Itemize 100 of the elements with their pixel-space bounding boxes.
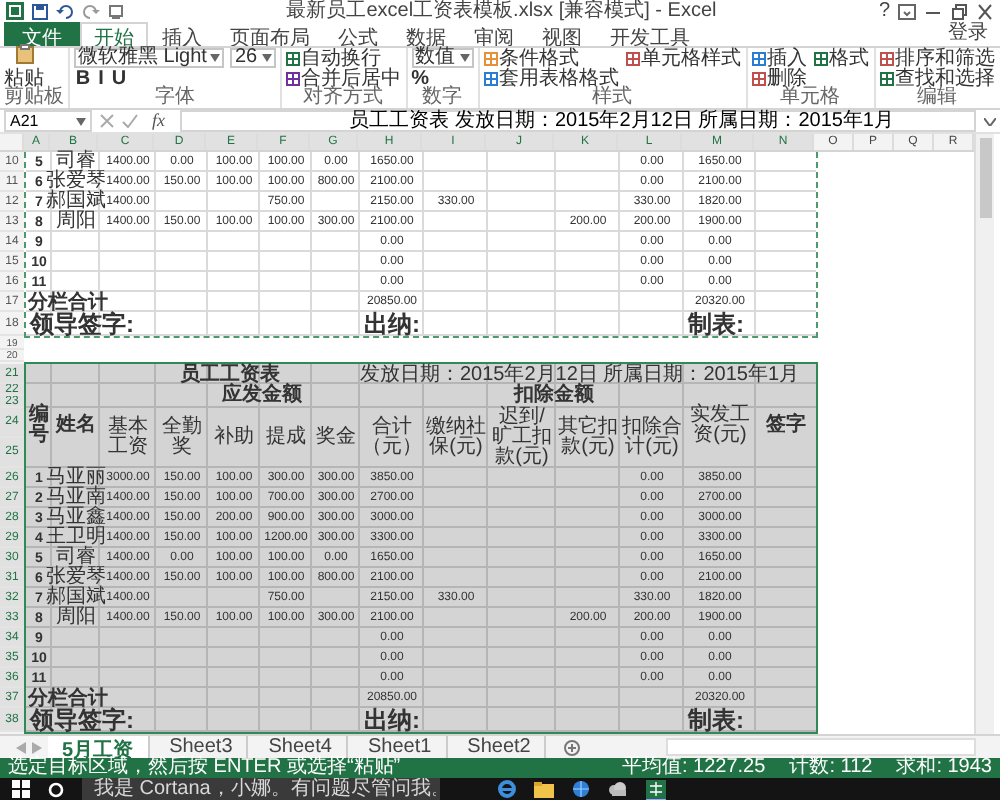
ribbon-button[interactable]: 格式 (813, 48, 870, 68)
caret-icon (210, 54, 221, 62)
grid-icon (813, 51, 828, 65)
signature-label: 制表: (685, 312, 746, 336)
date-line: 发放日期：2015年2月12日 所属日期：2015年1月 (360, 364, 802, 384)
horizontal-scrollbar[interactable] (666, 738, 976, 756)
browser-icon[interactable] (498, 780, 516, 798)
signature-label: 领导签字: (29, 708, 136, 732)
close-icon[interactable] (976, 3, 994, 19)
table-cell: 马亚南 (52, 488, 100, 508)
ribbon-button[interactable]: 自动换行 (285, 48, 402, 68)
ribbon-button[interactable]: 查找和选择 (879, 68, 996, 88)
undo-icon[interactable] (56, 3, 74, 19)
table-cell-text: 周阳 (54, 212, 98, 232)
column-heading: 缴纳社保(元) (424, 413, 488, 462)
circle-icon[interactable] (48, 781, 64, 797)
ribbon-tab[interactable]: 视图 (528, 22, 596, 46)
signature-label: 制表: (685, 708, 746, 732)
ribbon-button[interactable]: 单元格样式 (625, 48, 742, 68)
ribbon-button[interactable]: 插入 (751, 48, 808, 68)
column-heading: 应发金额 (221, 384, 304, 408)
ribbon-tab[interactable]: 审阅 (460, 22, 528, 46)
ribbon-button[interactable]: 套用表格格式 (483, 68, 620, 88)
caret-icon (261, 54, 272, 62)
grid-icon (285, 51, 300, 65)
column-heading: 扣除合计(元) (620, 413, 684, 462)
formula-field[interactable]: 员工工资表 发放日期：2015年2月12日 所属日期：2015年1月 (179, 110, 976, 132)
ribbon-button[interactable]: 条件格式 (483, 48, 620, 68)
table-cell-text: 周阳 (54, 608, 98, 628)
grid-icon (751, 71, 766, 85)
signature-label: 领导签字: (29, 312, 136, 336)
format-button[interactable]: I (92, 68, 110, 88)
table-cell: 马亚丽 (52, 468, 100, 488)
group-label: 样式 (592, 88, 635, 108)
windows-logo-icon[interactable] (12, 780, 30, 798)
column-heading: 编号 (27, 401, 51, 450)
group-label: 编辑 (917, 88, 958, 108)
sheet-title: 员工工资表 (178, 364, 280, 384)
column-heading: 提成 (264, 423, 308, 452)
grid-icon (751, 51, 766, 65)
ribbon-tab[interactable]: 数据 (392, 22, 460, 46)
column-heading: 实发工资(元) (688, 401, 752, 450)
check-icon[interactable] (122, 114, 138, 128)
function-button[interactable]: fx (146, 110, 171, 132)
column-heading: 迟到/旷工扣款(元) (490, 408, 554, 468)
format-button[interactable]: U (110, 68, 128, 88)
status-stat: 求和: 1943 (896, 758, 992, 778)
folder-icon[interactable] (534, 781, 554, 797)
format-button[interactable]: B (74, 68, 92, 88)
ribbon-tab[interactable]: 页面布局 (216, 22, 324, 46)
grid-icon (483, 51, 498, 65)
caret-icon (76, 117, 86, 125)
grid-icon (879, 71, 894, 85)
column-heading: 基本工资 (106, 413, 150, 462)
dropdown-field[interactable]: 数值 (411, 48, 474, 68)
column-heading: 全勤奖 (160, 413, 204, 462)
ribbon-button[interactable]: 合并后居中 (285, 68, 402, 88)
ribbon-tab[interactable]: 插入 (148, 22, 216, 46)
ribbon-button[interactable]: 排序和筛选 (879, 48, 996, 68)
group-label: 剪贴板 (4, 88, 64, 108)
spreadsheet-icon[interactable] (646, 779, 666, 799)
name-box[interactable]: A21 (4, 110, 92, 132)
table-cell: 马亚鑫 (52, 508, 100, 528)
grid-icon (625, 51, 640, 65)
group-label: 数字 (420, 88, 465, 108)
dropdown-field[interactable]: 26 (230, 48, 276, 68)
caret-icon (459, 54, 470, 62)
group-label: 对齐方式 (303, 88, 384, 108)
grid-icon (483, 71, 498, 85)
column-heading: 其它扣款(元) (556, 413, 620, 462)
redo-icon[interactable] (82, 3, 100, 19)
column-heading: 补助 (212, 423, 256, 452)
vertical-scrollbar[interactable] (974, 134, 994, 734)
dropdown-field[interactable]: 微软雅黑 Light (74, 48, 225, 68)
expand-icon[interactable] (984, 117, 996, 125)
cloud-icon[interactable] (608, 782, 628, 796)
add-sheet-icon[interactable] (564, 739, 581, 755)
group-label: 单元格 (780, 88, 841, 108)
table-cell-text: 司睿 (56, 152, 96, 172)
sheet-tab[interactable]: 5月工资 (48, 736, 150, 758)
ribbon-tab[interactable]: 开发工具 (596, 22, 704, 46)
signature-label: 出纳: (362, 708, 422, 732)
paste-button[interactable]: 粘贴 (4, 48, 44, 88)
column-heading: 扣除金额 (513, 384, 594, 406)
ribbon-button[interactable]: 删除 (751, 68, 808, 88)
signature-label: 出纳: (362, 312, 422, 336)
save-icon[interactable] (32, 3, 48, 19)
grid-icon (879, 51, 894, 65)
globe-icon[interactable] (572, 780, 590, 798)
ribbon-display-icon[interactable] (898, 3, 916, 19)
group-label: 字体 (152, 88, 197, 108)
restore-icon[interactable] (950, 3, 968, 19)
status-stat: 计数: 112 (789, 758, 873, 778)
ribbon-tab[interactable]: 开始 (80, 22, 148, 46)
format-button[interactable]: % (411, 68, 430, 88)
status-stat: 平均值: 1227.25 (621, 758, 766, 778)
column-heading: 姓名 (53, 411, 98, 440)
sign-in-link[interactable]: 登录 (948, 22, 996, 46)
help-button[interactable]: ? (878, 0, 890, 22)
ribbon-tab[interactable]: 公式 (324, 22, 392, 46)
